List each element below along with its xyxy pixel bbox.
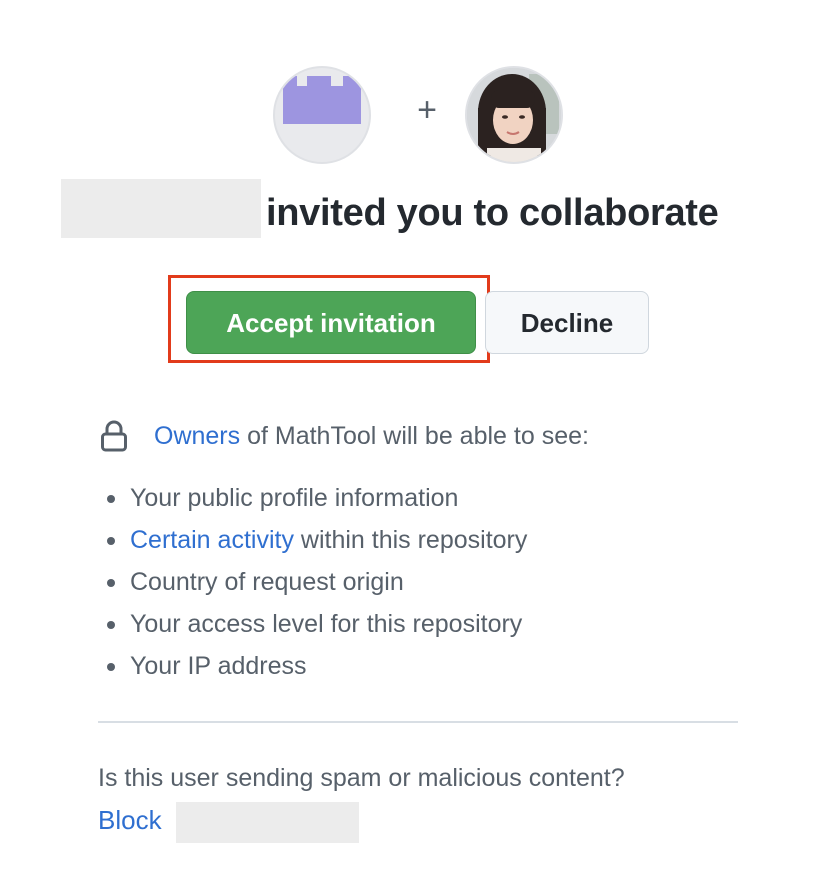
- list-item: Your IP address: [98, 648, 527, 690]
- bullet-icon: [107, 663, 115, 671]
- castle-shape: [283, 76, 361, 124]
- list-item: Your public profile information: [98, 480, 527, 522]
- photo-bangs: [491, 90, 535, 108]
- accept-invitation-button[interactable]: Accept invitation: [186, 291, 476, 354]
- visibility-intro-text: of MathTool will be able to see:: [240, 422, 589, 450]
- org-avatar[interactable]: [273, 66, 371, 164]
- list-item: Certain activity within this repository: [98, 522, 527, 564]
- lock-icon: [101, 420, 127, 452]
- list-item-text: within this repository: [293, 526, 528, 554]
- lock-shackle: [105, 420, 123, 434]
- section-divider: [98, 721, 738, 723]
- block-user-link[interactable]: Block: [98, 802, 162, 838]
- bullet-icon: [107, 579, 115, 587]
- bullet-icon: [107, 621, 115, 629]
- certain-activity-link[interactable]: Certain activity: [130, 526, 294, 554]
- photo-shirt: [487, 148, 541, 162]
- user-avatar[interactable]: [465, 66, 563, 164]
- bullet-icon: [107, 495, 115, 503]
- page-title: invited you to collaborate: [266, 192, 719, 234]
- lock-body: [101, 432, 127, 452]
- list-item-text: Your IP address: [130, 652, 307, 680]
- spam-question: Is this user sending spam or malicious c…: [98, 764, 625, 792]
- redacted-block-username: [176, 802, 359, 843]
- list-item-text: Your access level for this repository: [130, 610, 523, 638]
- photo-eye-left: [502, 115, 508, 119]
- list-item-text: Your public profile information: [130, 484, 459, 512]
- bullet-icon: [107, 537, 115, 545]
- user-avatar-photo: [467, 68, 561, 162]
- castle-icon: [283, 76, 361, 124]
- plus-icon: +: [417, 91, 437, 129]
- redacted-inviter-name: [61, 179, 261, 238]
- photo-eye-right: [519, 115, 525, 119]
- visibility-list: Your public profile information Certain …: [98, 480, 527, 690]
- list-item-text: Country of request origin: [130, 568, 404, 596]
- list-item: Country of request origin: [98, 564, 527, 606]
- visibility-intro: Owners of MathTool will be able to see:: [154, 419, 589, 453]
- owners-link[interactable]: Owners: [154, 422, 240, 450]
- list-item: Your access level for this repository: [98, 606, 527, 648]
- decline-button[interactable]: Decline: [485, 291, 649, 354]
